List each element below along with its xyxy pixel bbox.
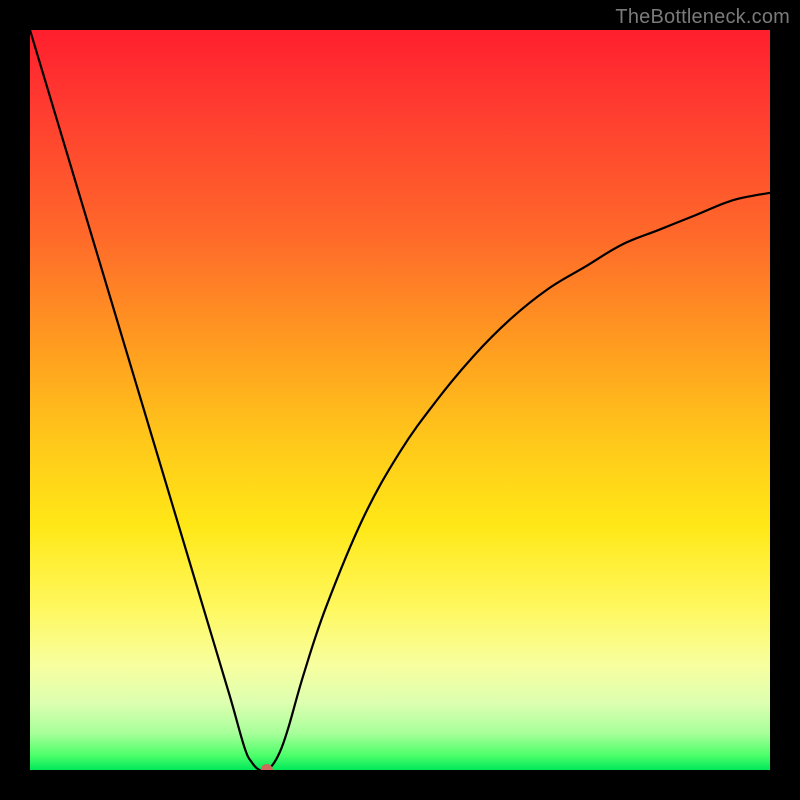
bottleneck-curve [30, 30, 770, 770]
plot-area [30, 30, 770, 770]
minimum-marker [261, 764, 273, 770]
watermark-text: TheBottleneck.com [615, 6, 790, 29]
chart-frame: TheBottleneck.com [0, 0, 800, 800]
